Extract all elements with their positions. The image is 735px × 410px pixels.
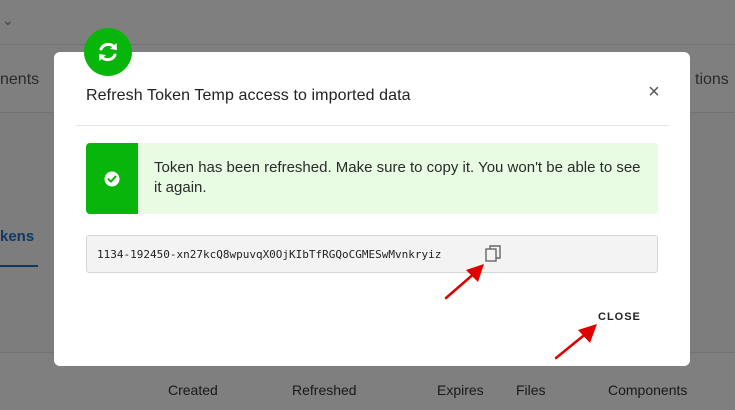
close-icon[interactable]: × (644, 81, 664, 103)
token-value[interactable]: 1134-192450-xn27kcQ8wpuvqX0OjKIbTfRGQoCG… (97, 248, 441, 261)
modal-title: Refresh Token Temp access to imported da… (86, 87, 411, 104)
refresh-icon (84, 28, 132, 76)
check-circle-icon (104, 171, 120, 186)
annotation-arrow-close (554, 324, 597, 360)
success-alert: Token has been refreshed. Make sure to c… (86, 143, 658, 214)
annotation-arrow-copy (444, 264, 484, 300)
alert-icon-bar (86, 143, 138, 214)
close-button[interactable]: CLOSE (598, 311, 641, 323)
token-field[interactable]: 1134-192450-xn27kcQ8wpuvqX0OjKIbTfRGQoCG… (86, 235, 658, 273)
modal-divider (76, 125, 669, 126)
alert-message: Token has been refreshed. Make sure to c… (154, 159, 641, 196)
